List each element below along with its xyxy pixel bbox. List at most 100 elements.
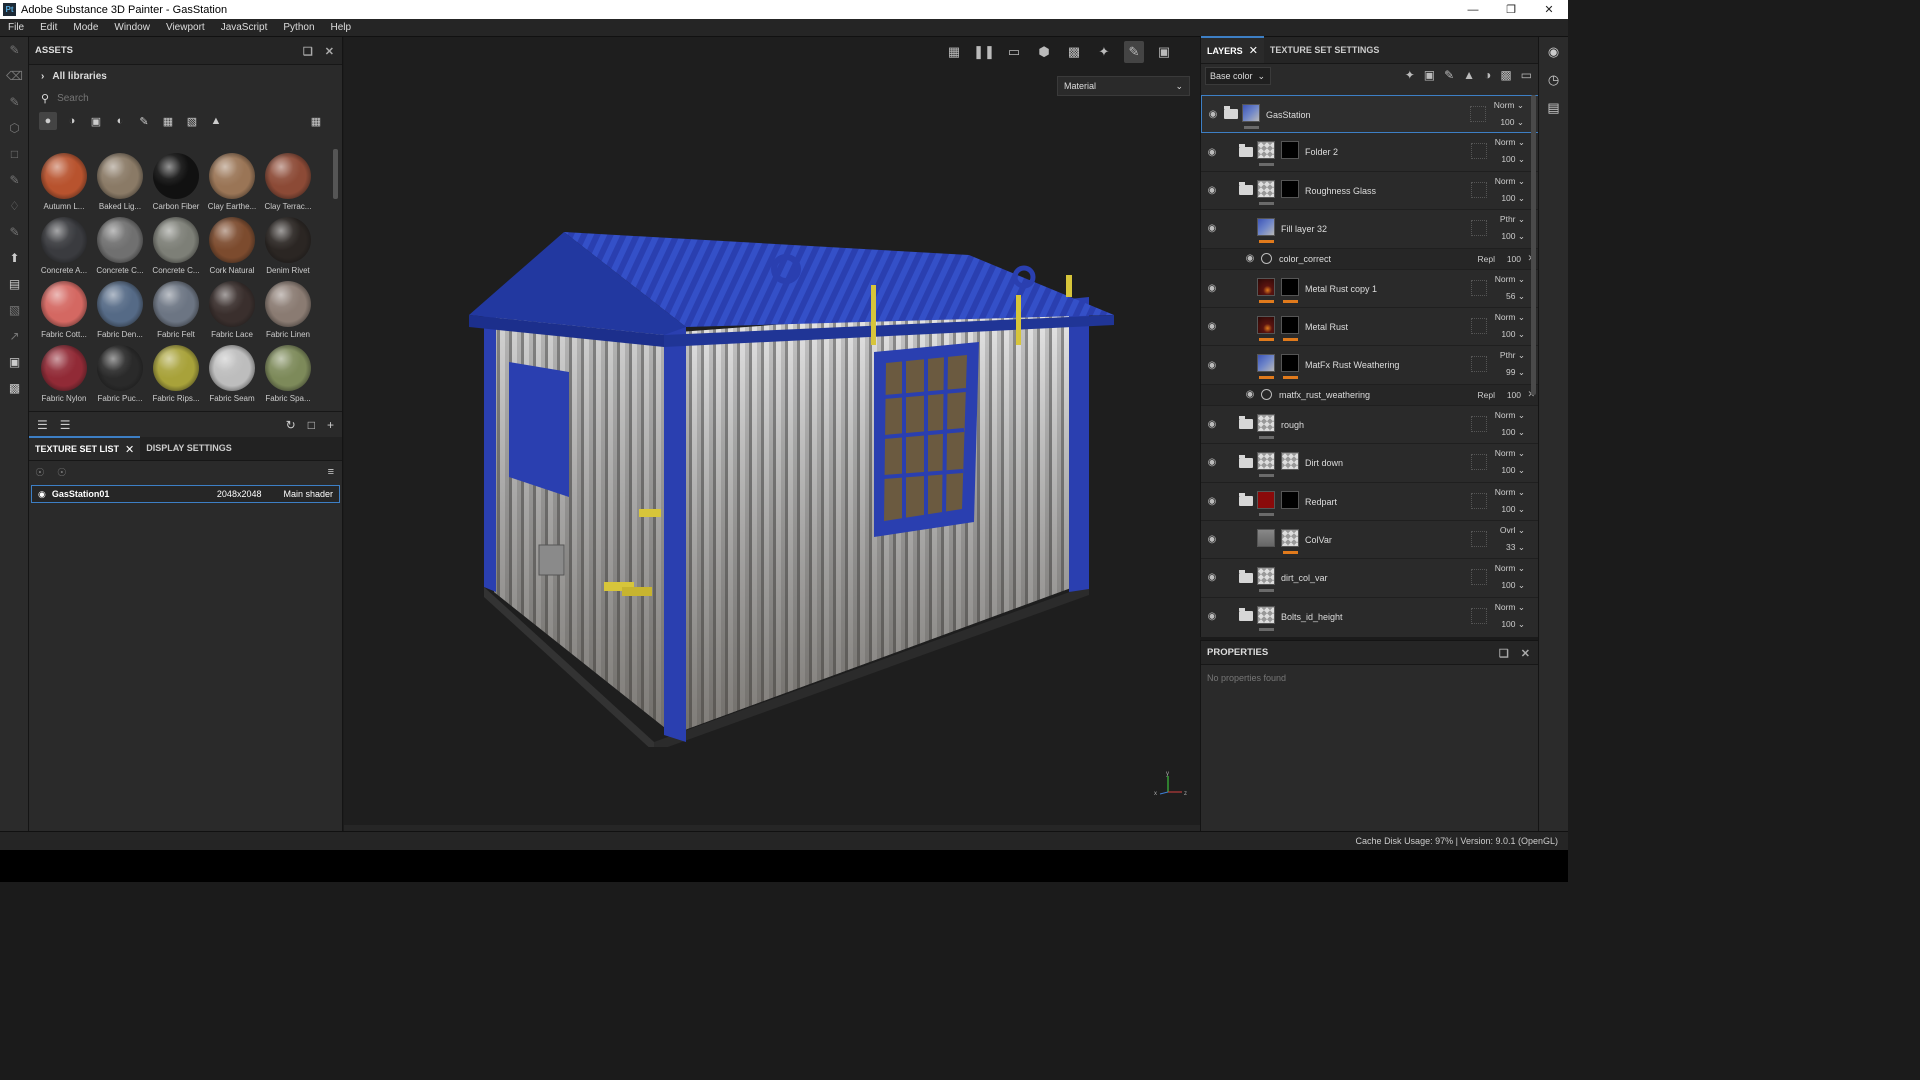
layer-mask-thumbnail[interactable] — [1281, 490, 1299, 509]
eye-icon[interactable]: ◉ — [1205, 223, 1219, 234]
camera-icon[interactable]: ▩ — [1064, 41, 1084, 63]
blend-mode[interactable]: Norm ⌄ — [1495, 410, 1525, 421]
filter-list-icon[interactable]: ☰ — [60, 418, 71, 432]
layer-row[interactable]: ◉ Roughness Glass Norm ⌄ 100 ⌄ — [1201, 172, 1539, 211]
add-paint-layer-icon[interactable]: ✎ — [1444, 68, 1454, 82]
smudge-icon[interactable]: □ — [0, 141, 29, 167]
add-folder-icon[interactable]: ▩ — [1500, 68, 1511, 82]
eye-icon[interactable]: ◉ — [1205, 611, 1219, 622]
channel-select[interactable]: Base color ⌄ — [1205, 67, 1271, 85]
blend-mode[interactable]: Norm ⌄ — [1495, 487, 1525, 498]
material-item[interactable]: Fabric Felt — [148, 277, 204, 341]
blend-mode[interactable]: Norm ⌄ — [1495, 563, 1525, 574]
layer-effect-row[interactable]: ◉color_correctRepl100✕ — [1201, 248, 1539, 270]
layer-mask-thumbnail[interactable] — [1281, 179, 1299, 198]
opacity-value[interactable]: 100 ⌄ — [1501, 154, 1525, 165]
opacity-value[interactable]: 100 ⌄ — [1501, 427, 1525, 438]
blend-mode[interactable]: Norm ⌄ — [1494, 100, 1524, 111]
layer-row[interactable]: ◉ dirt_col_var Norm ⌄ 100 ⌄ — [1201, 559, 1539, 598]
eye-icon[interactable]: ◉ — [1205, 360, 1219, 371]
menu-javascript[interactable]: JavaScript — [213, 22, 276, 33]
layer-mask-slot[interactable] — [1471, 143, 1487, 160]
eye-icon[interactable]: ◉ — [1243, 253, 1257, 264]
layer-mask-slot[interactable] — [1471, 530, 1487, 547]
layer-row[interactable]: ◉ Redpart Norm ⌄ 100 ⌄ — [1201, 483, 1539, 521]
material-item[interactable]: Fabric Cott... — [36, 277, 92, 341]
restore-icon[interactable]: ❐ — [1492, 0, 1530, 19]
layer-row[interactable]: ◉ Fill layer 32 Pthr ⌄ 100 ⌄ — [1201, 210, 1539, 249]
blend-mode[interactable]: Norm ⌄ — [1495, 312, 1525, 323]
opacity-value[interactable]: 100 ⌄ — [1501, 465, 1525, 476]
opacity-value[interactable]: 100 ⌄ — [1501, 504, 1525, 515]
undock-icon[interactable]: ❏ — [303, 45, 313, 58]
cube-icon[interactable]: ⬢ — [1034, 41, 1054, 63]
material-item[interactable]: Concrete C... — [148, 213, 204, 277]
eye-icon[interactable]: ◉ — [1243, 389, 1257, 400]
layer-row[interactable]: ◉ Bolts_id_height Norm ⌄ 100 ⌄ — [1201, 598, 1539, 635]
layer-mask-slot[interactable] — [1471, 356, 1487, 373]
opacity-value[interactable]: 56 ⌄ — [1506, 291, 1525, 302]
layer-mask-slot[interactable] — [1471, 317, 1487, 334]
layer-effect-row[interactable]: ◉matfx_rust_weatheringRepl100✕ — [1201, 384, 1539, 406]
pause-icon[interactable]: ❚❚ — [973, 41, 995, 63]
polygon-fill-icon[interactable]: ⬆ — [0, 245, 29, 271]
eye-icon[interactable]: ◉ — [1205, 534, 1219, 545]
list-view-icon[interactable]: ☰ — [37, 418, 48, 432]
layer-mask-slot[interactable] — [1471, 279, 1487, 296]
tab-display-settings[interactable]: DISPLAY SETTINGS — [140, 436, 238, 460]
mask-filter-icon[interactable]: ▣ — [87, 112, 105, 130]
blend-mode[interactable]: Pthr ⌄ — [1500, 350, 1525, 361]
assets-scrollbar[interactable] — [333, 149, 338, 199]
paint-brush-icon[interactable]: ✎ — [0, 37, 29, 63]
menu-window[interactable]: Window — [106, 22, 158, 33]
smart-material-filter-icon[interactable]: ◑ — [63, 112, 81, 130]
material-item[interactable]: Concrete C... — [92, 213, 148, 277]
layer-row[interactable]: ◉ Metal Rust Norm ⌄ 100 ⌄ — [1201, 308, 1539, 347]
geometry-fill-icon[interactable]: ⬡ — [0, 115, 29, 141]
layer-row[interactable]: ◉ Dirt down Norm ⌄ 100 ⌄ — [1201, 444, 1539, 483]
material-item[interactable]: Fabric Linen — [260, 277, 316, 341]
new-folder-icon[interactable]: □ — [308, 418, 315, 432]
paint-mode-icon[interactable]: ✎ — [1124, 41, 1144, 63]
layer-mask-slot[interactable] — [1471, 415, 1487, 432]
opacity-value[interactable]: 100 ⌄ — [1501, 231, 1525, 242]
undock-icon[interactable]: ❏ — [1499, 647, 1509, 660]
material-item[interactable]: Fabric Seam — [204, 341, 260, 405]
material-item[interactable]: Clay Earthe... — [204, 149, 260, 213]
projection-icon[interactable]: ✎ — [0, 89, 29, 115]
refresh-icon[interactable]: ↻ — [286, 418, 296, 432]
add-smart-material-icon[interactable]: ◑ — [1484, 68, 1491, 82]
menu-viewport[interactable]: Viewport — [158, 22, 213, 33]
blend-mode[interactable]: Pthr ⌄ — [1500, 214, 1525, 225]
layer-mask-thumbnail[interactable] — [1281, 452, 1299, 471]
layer-mask-slot[interactable] — [1470, 106, 1486, 122]
add-icon[interactable]: + — [327, 418, 334, 432]
view-mode-icon[interactable]: ▭ — [1004, 41, 1024, 63]
layer-mask-slot[interactable] — [1471, 569, 1487, 586]
history-icon[interactable]: ◷ — [1539, 67, 1568, 93]
environment-filter-icon[interactable]: ▲ — [207, 112, 225, 130]
eye-icon[interactable]: ◉ — [1206, 109, 1220, 120]
close-panel-icon[interactable]: ✕ — [325, 45, 334, 58]
blend-mode[interactable]: Repl — [1478, 254, 1495, 264]
visibility-icon[interactable]: ☉ — [57, 466, 67, 479]
eye-icon[interactable]: ◉ — [38, 489, 46, 500]
close-tab-icon[interactable]: ✕ — [1249, 44, 1258, 57]
tab-texture-set-settings[interactable]: TEXTURE SET SETTINGS — [1264, 36, 1386, 63]
blend-mode[interactable]: Norm ⌄ — [1495, 176, 1525, 187]
blend-mode[interactable]: Norm ⌄ — [1495, 137, 1525, 148]
menu-mode[interactable]: Mode — [65, 22, 106, 33]
layer-mask-thumbnail[interactable] — [1281, 141, 1299, 160]
opacity-value[interactable]: 100 — [1507, 390, 1521, 400]
eye-icon[interactable]: ◉ — [1205, 321, 1219, 332]
material-item[interactable]: Fabric Den... — [92, 277, 148, 341]
opacity-value[interactable]: 100 ⌄ — [1501, 193, 1525, 204]
tab-texture-set-list[interactable]: TEXTURE SET LIST ✕ — [29, 436, 141, 460]
layer-row[interactable]: ◉ Folder 2 Norm ⌄ 100 ⌄ — [1201, 133, 1539, 172]
stamp-icon[interactable]: ♢ — [0, 193, 29, 219]
material-item[interactable]: Autumn L... — [36, 149, 92, 213]
material-filter-icon[interactable]: ● — [39, 112, 57, 130]
add-mask-icon[interactable]: ▣ — [1424, 68, 1435, 82]
material-item[interactable]: Concrete A... — [36, 213, 92, 277]
opacity-value[interactable]: 100 ⌄ — [1501, 329, 1525, 340]
